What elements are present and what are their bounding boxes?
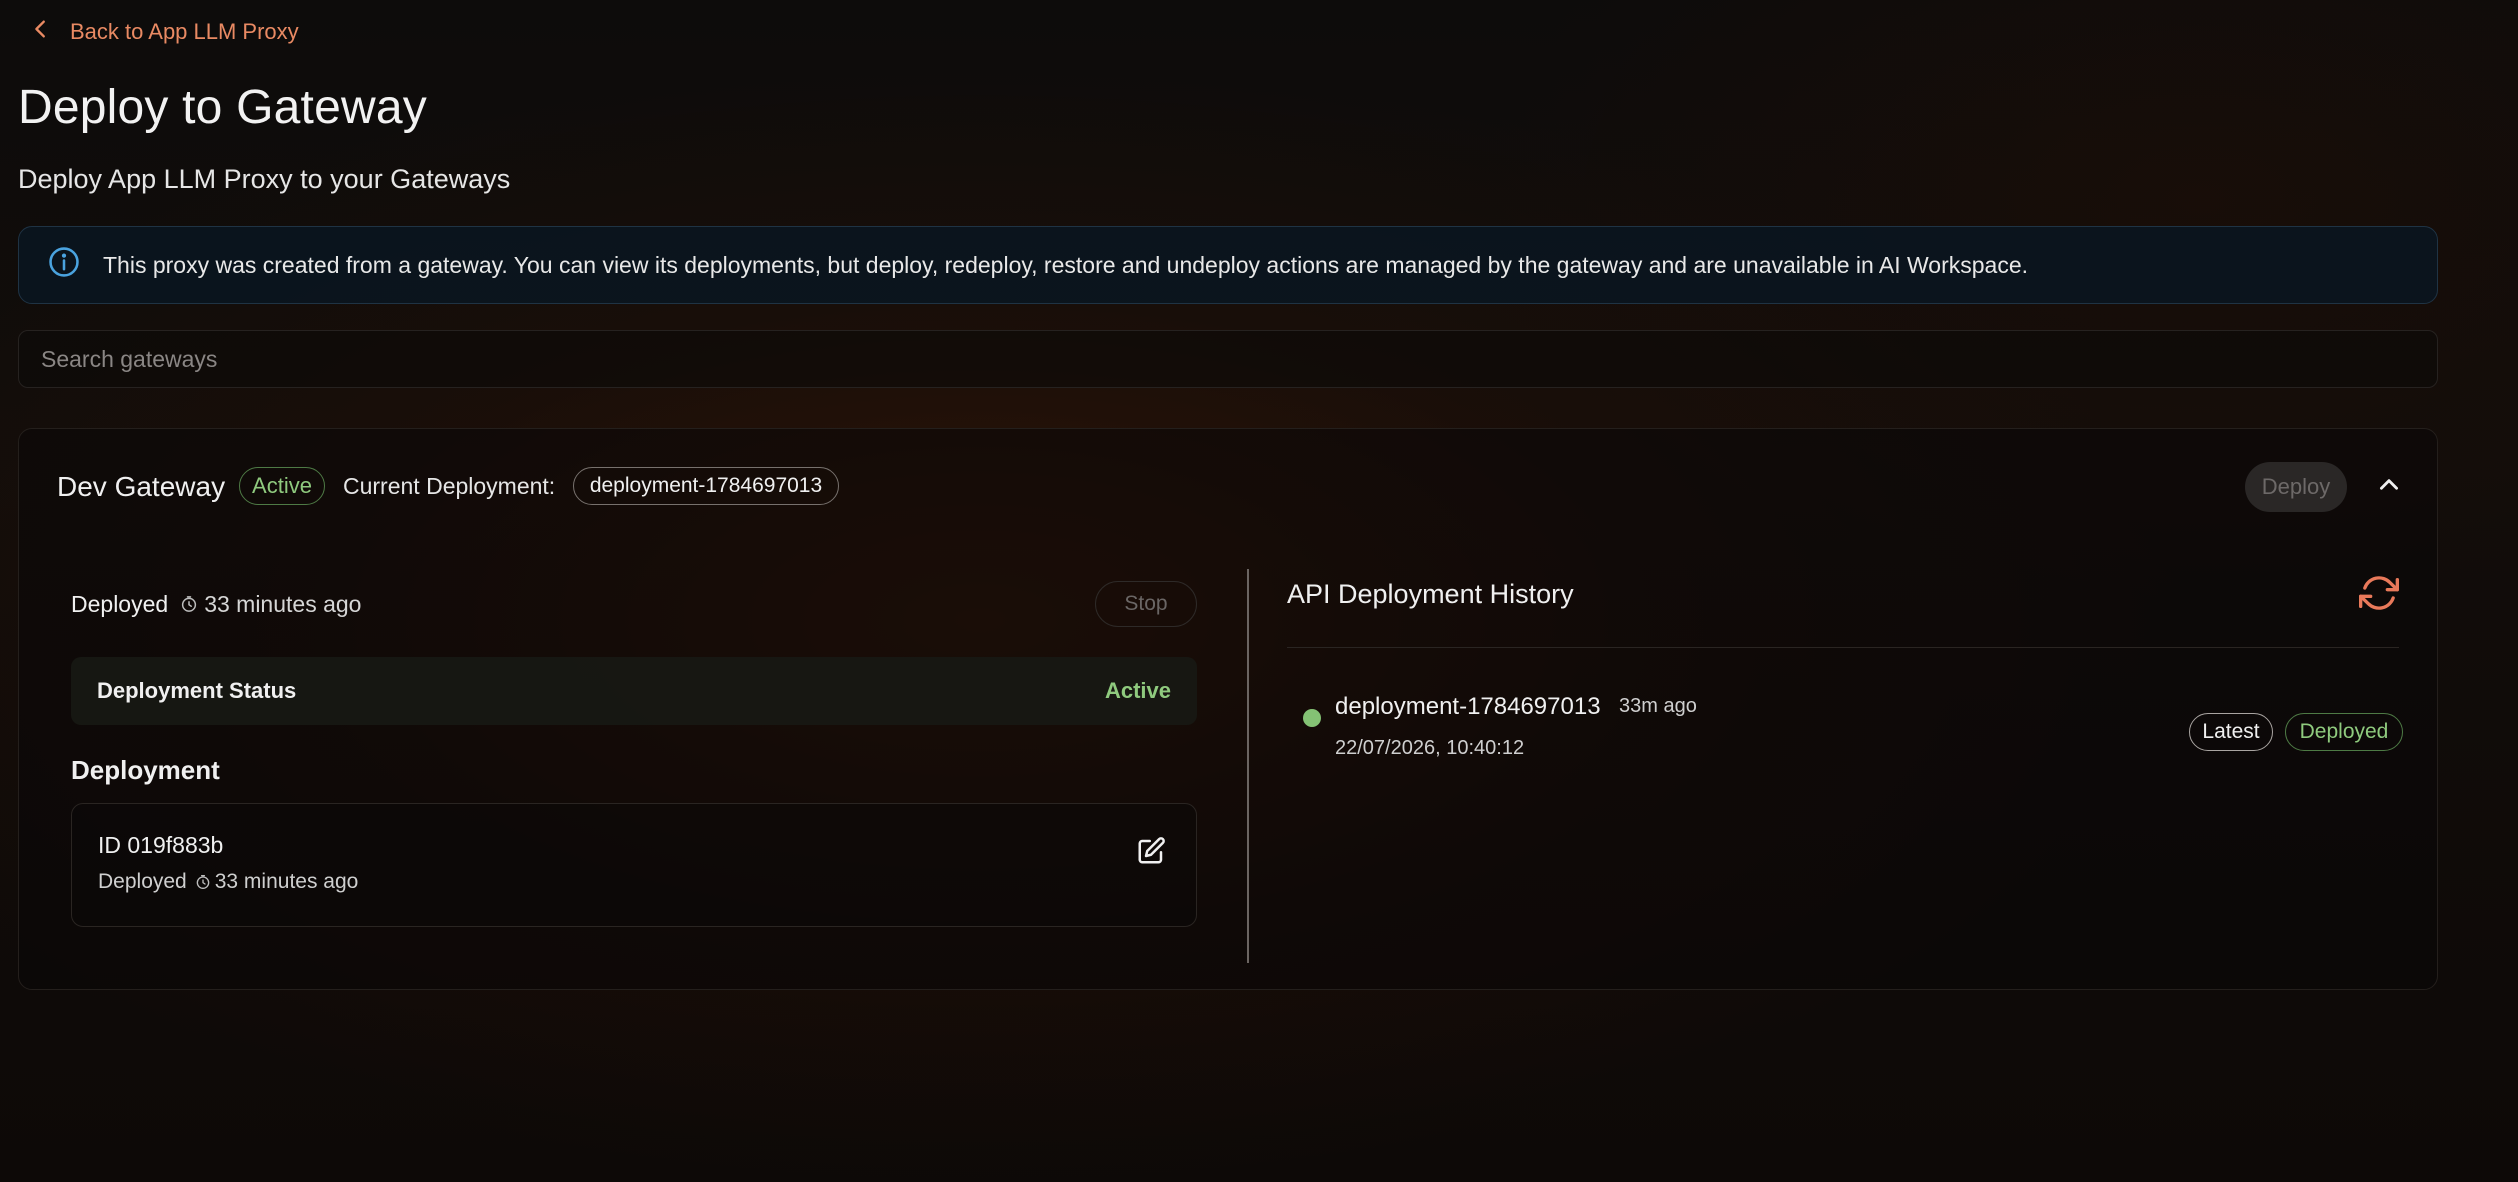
edit-icon [1136,837,1166,870]
deployed-label: Deployed [71,590,169,617]
deployment-status-label: Deployment Status [97,678,297,703]
stop-button[interactable]: Stop [1095,581,1197,627]
pane-divider [1247,569,1249,963]
search-gateways-input[interactable] [19,331,2437,387]
history-item-name: deployment-1784697013 [1335,693,1601,720]
deploy-button[interactable]: Deploy [2245,462,2347,512]
gateway-card: Dev Gateway Active Current Deployment: d… [18,428,2438,990]
refresh-icon [2359,576,2399,617]
current-deployment-label: Current Deployment: [343,473,556,499]
history-item-ago: 33m ago [1619,695,1697,717]
gateway-status-badge: Active [239,467,325,505]
current-deployment-badge: deployment-1784697013 [573,467,839,505]
deployment-item-meta: Deployed 33 minutes ago [98,870,358,894]
back-link-label: Back to App LLM Proxy [70,19,299,44]
latest-badge: Latest [2189,713,2273,751]
deployed-time: 33 minutes ago [204,590,362,617]
page-subtitle: Deploy App LLM Proxy to your Gateways [18,164,511,194]
history-item[interactable]: deployment-1784697013 33m ago 22/07/2026… [1287,679,2403,759]
edit-deployment-button[interactable] [1136,836,1166,866]
info-banner-text: This proxy was created from a gateway. Y… [103,251,2029,278]
gateway-name: Dev Gateway [57,471,226,502]
history-item-date: 22/07/2026, 10:40:12 [1335,737,1525,759]
deployed-row: Deployed 33 minutes ago Stop [71,579,1197,629]
collapse-button[interactable] [2369,467,2409,507]
info-banner: This proxy was created from a gateway. Y… [18,226,2438,304]
page-title: Deploy to Gateway [18,81,427,134]
deployment-status-value: Active [1104,678,1171,703]
deployment-item-id: ID 019f883b [98,832,224,858]
deployment-status-box: Deployment Status Active [71,657,1197,725]
deployment-item-deployed-label: Deployed [98,870,187,893]
clock-icon [195,874,211,890]
deployment-item-deployed-time: 33 minutes ago [214,870,359,893]
deployed-badge: Deployed [2285,713,2403,751]
status-dot-icon [1303,709,1321,727]
chevron-up-icon [2376,472,2402,503]
back-link[interactable]: Back to App LLM Proxy [30,18,299,46]
history-title: API Deployment History [1287,579,1574,609]
history-divider [1287,647,2399,648]
deployment-section-title: Deployment [71,755,220,785]
clock-icon [180,595,198,613]
chevron-left-icon [30,18,52,46]
info-circle-icon [47,245,81,285]
refresh-button[interactable] [2359,573,2399,613]
deployment-item: ID 019f883b Deployed 33 minutes ago [71,803,1197,927]
search-gateways-container [18,330,2438,388]
gateway-card-header[interactable]: Dev Gateway Active Current Deployment: d… [19,429,2437,541]
